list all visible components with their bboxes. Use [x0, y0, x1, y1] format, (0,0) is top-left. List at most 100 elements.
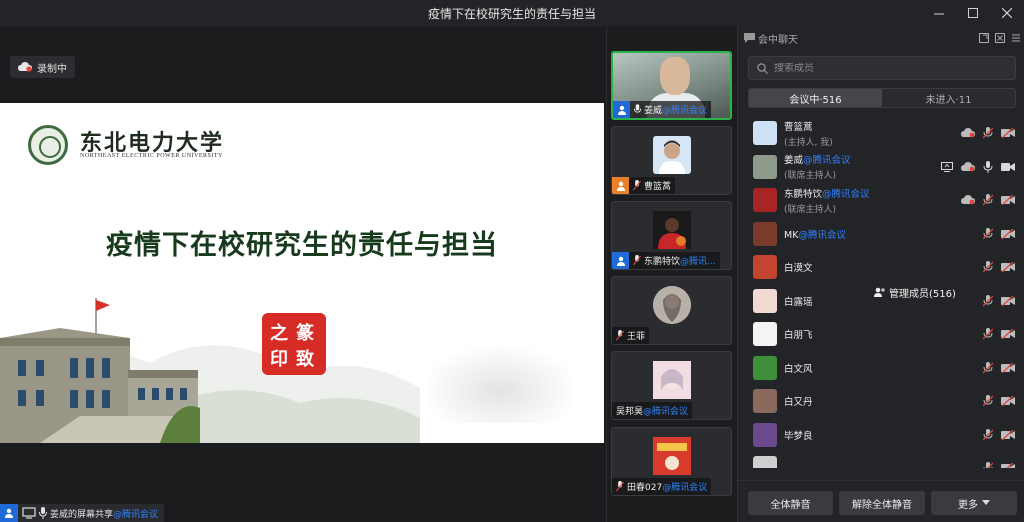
- cloud-recording-icon[interactable]: [961, 195, 975, 205]
- camera-off-icon[interactable]: [1001, 329, 1015, 339]
- camera-off-icon[interactable]: [1001, 228, 1015, 239]
- shared-screen-stage: 录制中 东北电力大学 NORTHEAST ELECTRIC POWER UNIV…: [0, 26, 606, 522]
- camera-off-icon[interactable]: [1001, 262, 1015, 272]
- camera-icon[interactable]: [1001, 162, 1015, 172]
- member-name-block: 曹篮蒿 (主持人, 我): [784, 119, 833, 148]
- member-row[interactable]: 白露瑶: [738, 284, 1024, 318]
- window-title: 疫情下在校研究生的责任与担当: [427, 6, 596, 21]
- video-tile[interactable]: 东鹏特饮 @腾讯...: [611, 201, 732, 270]
- tab-chat[interactable]: 会中聊天: [744, 26, 798, 50]
- member-role: (联席主持人): [784, 204, 837, 215]
- screen-share-bar[interactable]: 姜威的屏幕共享 @腾讯会议: [0, 504, 165, 522]
- more-button[interactable]: 更多: [931, 491, 1017, 515]
- participant-tag: @腾讯...: [680, 257, 716, 267]
- unmute-all-button[interactable]: 解除全体静音: [839, 491, 925, 515]
- video-tile-label: 田春027 @腾讯会议: [612, 478, 712, 495]
- member-row[interactable]: 东鹏特饮@腾讯会议 (联席主持人): [738, 183, 1024, 217]
- mic-off-icon[interactable]: [983, 328, 993, 340]
- member-name: MK: [784, 229, 799, 241]
- university-logo: [28, 125, 68, 165]
- seg-not-joined[interactable]: 未进入·11: [882, 89, 1015, 107]
- red-seal-stamp: 之 篆 印 致: [262, 313, 326, 375]
- video-tile-label: 吴邦昊 @腾讯会议: [612, 402, 693, 419]
- camera-off-icon[interactable]: [1001, 429, 1015, 440]
- camera-off-icon[interactable]: [1001, 396, 1015, 406]
- member-tag: @腾讯会议: [798, 229, 846, 241]
- member-status-icons: [983, 361, 1015, 374]
- camera-off-icon[interactable]: [1001, 362, 1015, 373]
- host-icon: [0, 504, 18, 522]
- seg-in-meeting[interactable]: 会议中·516: [749, 89, 882, 107]
- member-name-block: 白朋飞: [784, 327, 813, 341]
- avatar: [753, 288, 777, 313]
- member-name: 白文风: [784, 363, 813, 375]
- mic-off-icon: [616, 481, 624, 492]
- avatar: [753, 188, 777, 212]
- video-tile[interactable]: 王菲: [611, 276, 732, 345]
- camera-off-icon[interactable]: [1001, 463, 1015, 468]
- member-row[interactable]: MK@腾讯会议: [738, 217, 1024, 251]
- popout-icon[interactable]: [979, 33, 989, 43]
- mic-off-icon[interactable]: [983, 194, 993, 206]
- camera-off-icon[interactable]: [1001, 128, 1015, 138]
- video-tile[interactable]: 曹篮蒿: [611, 126, 732, 195]
- cloud-recording-icon[interactable]: [961, 161, 975, 172]
- user-icon: [616, 256, 625, 266]
- panel-tabs: 会中聊天 管理成员(516): [738, 26, 1024, 300]
- user-icon: [616, 181, 625, 191]
- cloud-recording-icon: [18, 62, 32, 72]
- camera-off-icon[interactable]: [1001, 295, 1015, 306]
- minimize-button[interactable]: [922, 0, 956, 26]
- seal-char: 致: [296, 349, 314, 370]
- menu-icon[interactable]: [1011, 33, 1021, 43]
- member-row[interactable]: 姜威@腾讯会议 (联席主持人): [738, 150, 1024, 184]
- member-name-block: 白文风: [784, 361, 813, 375]
- slide-title: 疫情下在校研究生的责任与担当: [106, 230, 498, 261]
- video-tile[interactable]: 田春027 @腾讯会议: [611, 427, 732, 496]
- camera-off-icon[interactable]: [1001, 195, 1015, 205]
- member-status-icons: [961, 127, 1015, 139]
- mic-off-icon[interactable]: [983, 428, 993, 441]
- window-controls: [922, 0, 1024, 26]
- member-status-icons: [983, 227, 1015, 240]
- mic-off-icon[interactable]: [983, 261, 993, 273]
- member-status-icons: [961, 194, 1015, 206]
- host-icon: [613, 101, 630, 118]
- member-row[interactable]: 曹篮蒿 (主持人, 我): [738, 116, 1024, 150]
- video-tile[interactable]: 姜威 @腾讯会议: [611, 51, 732, 120]
- mic-off-icon[interactable]: [983, 227, 993, 240]
- screen-share-text: 姜威的屏幕共享: [50, 509, 114, 520]
- member-row[interactable]: 白文风: [738, 351, 1024, 385]
- avatar: [753, 154, 777, 179]
- mic-off-icon[interactable]: [983, 361, 993, 374]
- close-button[interactable]: [990, 0, 1024, 26]
- participant-name: 曹篮蒿: [644, 182, 672, 192]
- mic-off-icon[interactable]: [983, 462, 993, 468]
- member-tag: @腾讯会议: [803, 155, 851, 166]
- member-row[interactable]: 白漠文: [738, 250, 1024, 284]
- member-row[interactable]: [738, 451, 1024, 468]
- mic-off-icon[interactable]: [983, 294, 993, 307]
- member-name-block: 白漠文: [784, 260, 813, 274]
- screen-share-icon[interactable]: [941, 161, 953, 172]
- member-row[interactable]: 白又丹: [738, 384, 1024, 418]
- cloud-recording-icon[interactable]: [961, 128, 975, 138]
- member-role: (联席主持人): [784, 171, 837, 181]
- mute-all-button[interactable]: 全体静音: [748, 491, 833, 515]
- mic-off-icon[interactable]: [983, 395, 993, 407]
- video-tile[interactable]: 吴邦昊 @腾讯会议: [611, 351, 732, 420]
- maximize-button[interactable]: [956, 0, 990, 26]
- seal-char: 篆: [296, 323, 314, 344]
- member-row[interactable]: 白朋飞: [738, 317, 1024, 351]
- close-panel-icon[interactable]: [995, 33, 1005, 43]
- member-name-block: MK@腾讯会议: [784, 227, 846, 241]
- member-role: (主持人, 我): [784, 137, 833, 148]
- member-name-block: 东鹏特饮@腾讯会议 (联席主持人): [784, 186, 870, 215]
- mic-off-icon[interactable]: [983, 127, 993, 139]
- member-row[interactable]: 毕梦良: [738, 418, 1024, 452]
- video-strip: 姜威 @腾讯会议 曹篮蒿 东鹏特饮 @腾讯... 王菲 吴邦昊 @腾讯会议 田春…: [606, 26, 737, 522]
- mic-icon[interactable]: [983, 160, 993, 173]
- recording-badge[interactable]: 录制中: [10, 56, 75, 78]
- member-name: 白露瑶: [784, 296, 813, 308]
- search-input[interactable]: [774, 62, 1004, 74]
